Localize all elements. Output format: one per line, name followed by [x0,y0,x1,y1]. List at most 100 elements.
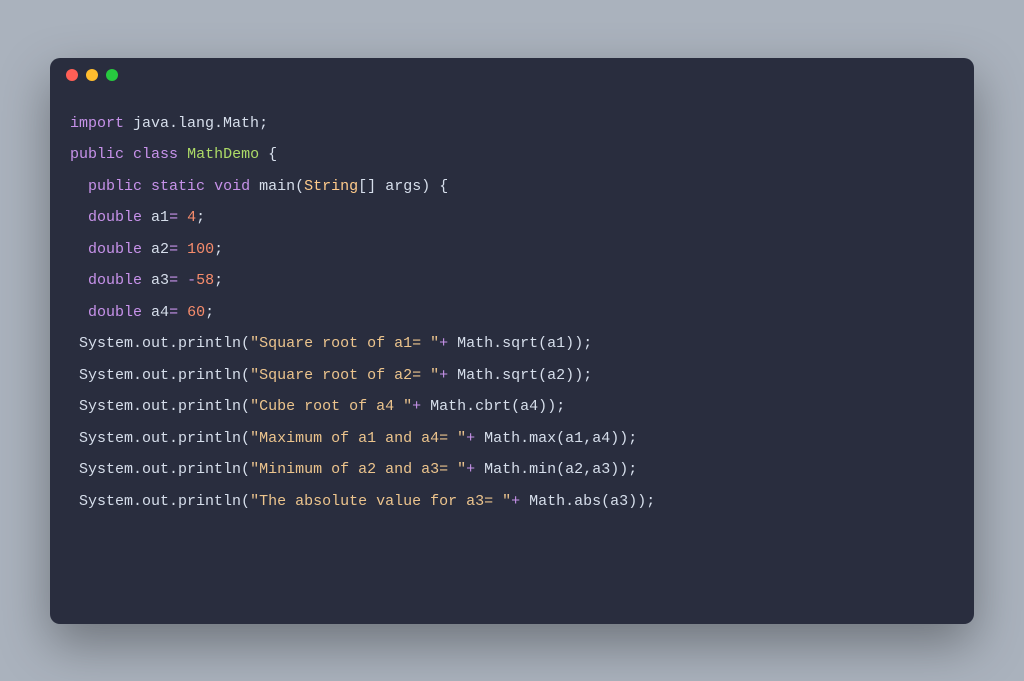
close-paren: ) [565,335,574,352]
semicolon: ; [583,367,592,384]
line-8: System.out.println ( "Square root of a1= "… [70,335,592,352]
open-paren: ( [241,430,250,447]
arg: a1 [547,335,565,352]
var-a4: a4 [151,304,169,321]
open-paren: ( [556,430,565,447]
line-4: double a1= 4; [70,209,205,226]
line-5: double a2= 100; [70,241,223,258]
keyword-public: public [70,146,124,163]
semicolon: ; [259,115,268,132]
line-3: public static void main(String[] args) { [70,178,448,195]
open-paren: ( [241,398,250,415]
close-paren: ) [619,430,628,447]
plus-op: + [439,367,448,384]
class-name: MathDemo [187,146,259,163]
arg: a3 [592,461,610,478]
window-titlebar [50,58,974,92]
line-7: double a4= 60; [70,304,214,321]
close-paren: ) [610,430,619,447]
assign-op: = [169,241,178,258]
close-icon[interactable] [66,69,78,81]
arg: a4 [592,430,610,447]
line-2: public class MathDemo { [70,146,277,163]
var-a2: a2 [151,241,169,258]
keyword-public: public [88,178,142,195]
semicolon: ; [628,461,637,478]
comma: , [583,461,592,478]
math-call: Math.cbrt [430,398,511,415]
string-literal: "Square root of a2= " [250,367,439,384]
open-paren: ( [601,493,610,510]
open-brace: { [439,178,448,195]
keyword-class: class [133,146,178,163]
semicolon: ; [583,335,592,352]
plus-op: + [439,335,448,352]
semicolon: ; [556,398,565,415]
system-out-println: System.out.println [79,398,241,415]
method-main: main [259,178,295,195]
keyword-import: import [70,115,124,132]
param-args: args [385,178,421,195]
keyword-double: double [88,272,142,289]
line-11: System.out.println("Maximum of a1 and a4… [70,430,637,447]
open-paren: ( [538,367,547,384]
arg: a2 [547,367,565,384]
comma: , [583,430,592,447]
math-call: Math.max [484,430,556,447]
math-call: Math.min [484,461,556,478]
maximize-icon[interactable] [106,69,118,81]
system-out-println: System.out.println [79,493,241,510]
line-10: System.out.println("Cube root of a4 "+ M… [70,398,565,415]
var-a3: a3 [151,272,169,289]
close-paren: ) [637,493,646,510]
assign-op: = [169,209,178,226]
string-literal: "Cube root of a4 " [250,398,412,415]
open-paren: ( [241,493,250,510]
string-literal: "The absolute value for a3= " [250,493,511,510]
type-string: String [304,178,358,195]
system-out-println: System.out.println [79,430,241,447]
open-paren: ( [241,367,250,384]
close-paren: ) [628,493,637,510]
open-paren: ( [538,335,547,352]
minimize-icon[interactable] [86,69,98,81]
keyword-static: static [151,178,205,195]
close-paren: ) [565,367,574,384]
arg: a4 [520,398,538,415]
assign-op: = [169,272,178,289]
semicolon: ; [628,430,637,447]
assign-op: = [169,304,178,321]
semicolon: ; [646,493,655,510]
line-6: double a3= -58; [70,272,223,289]
system-out-println: System.out.println [79,461,241,478]
open-paren: ( [556,461,565,478]
close-paren: ) [574,335,583,352]
code-window: import java.lang.Math; public class Math… [50,58,974,624]
negative-op: - [187,272,196,289]
plus-op: + [511,493,520,510]
arg: a3 [610,493,628,510]
plus-op: + [466,430,475,447]
code-block: import java.lang.Math; public class Math… [50,92,974,624]
line-13: System.out.println("The absolute value f… [70,493,655,510]
close-paren: ) [538,398,547,415]
line-9: System.out.println("Square root of a2= "… [70,367,592,384]
string-literal: "Square root of a1= " [250,335,439,352]
close-paren: ) [610,461,619,478]
system-out-println: System.out.println [79,367,241,384]
number: 100 [187,241,214,258]
open-brace: { [268,146,277,163]
open-paren: ( [241,461,250,478]
arg: a2 [565,461,583,478]
open-paren: ( [295,178,304,195]
system-out-println: System.out.println [79,335,241,352]
string-literal: "Maximum of a1 and a4= " [250,430,466,447]
semicolon: ; [196,209,205,226]
close-paren: ) [619,461,628,478]
math-call: Math.sqrt [457,367,538,384]
package-name: java.lang.Math [133,115,259,132]
semicolon: ; [205,304,214,321]
math-call: Math.sqrt [457,335,538,352]
line-1: import java.lang.Math; [70,115,268,132]
line-12: System.out.println("Minimum of a2 and a3… [70,461,637,478]
